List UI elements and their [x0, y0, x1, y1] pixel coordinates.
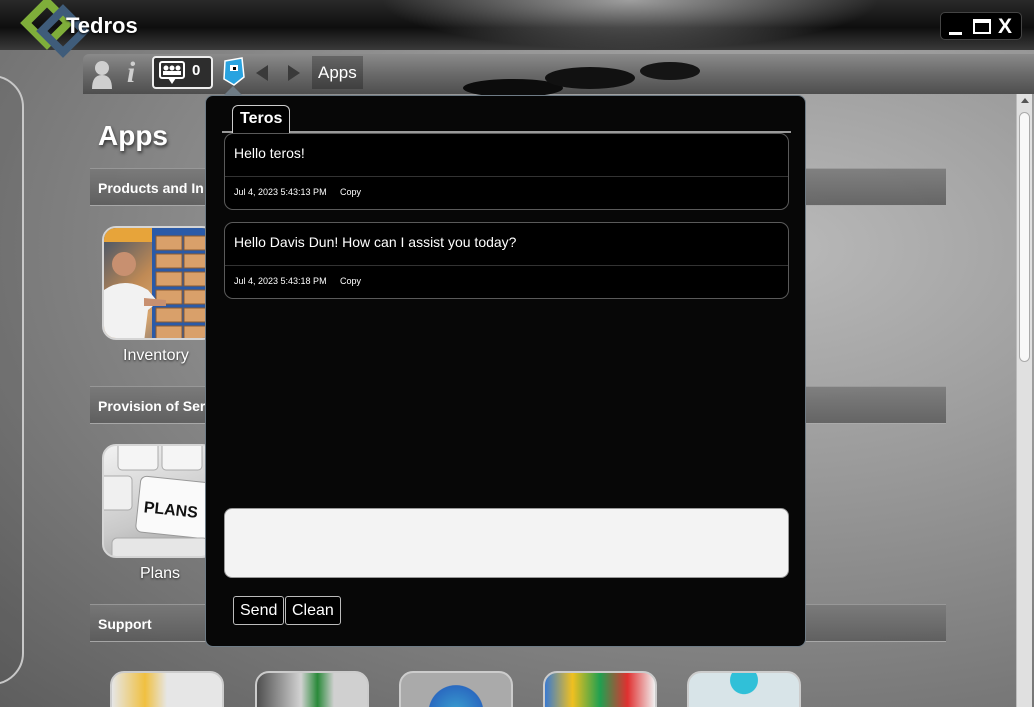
side-panel-edge: [0, 75, 24, 685]
chat-tab-row: Teros: [222, 105, 791, 133]
back-arrow-icon[interactable]: [256, 65, 268, 81]
section-label: Products and In: [98, 180, 204, 196]
copy-link[interactable]: Copy: [340, 187, 361, 197]
maximize-button[interactable]: [973, 13, 991, 41]
vertical-scrollbar[interactable]: [1016, 94, 1032, 707]
message-divider: [225, 176, 788, 177]
info-icon[interactable]: i: [121, 56, 141, 90]
chat-message-input[interactable]: [224, 508, 789, 578]
plans-label[interactable]: Plans: [140, 565, 180, 583]
section-label: Provision of Ser: [98, 398, 206, 414]
message-text: Hello teros!: [234, 145, 305, 161]
message-timestamp: Jul 4, 2023 5:43:18 PM: [234, 276, 327, 286]
people-chat-icon: [159, 61, 185, 84]
title-bar: [0, 0, 1034, 50]
minimize-button[interactable]: [949, 13, 963, 41]
support-app-tile-5[interactable]: [687, 671, 801, 707]
message-divider: [225, 265, 788, 266]
close-button[interactable]: X: [995, 13, 1015, 41]
forward-arrow-icon[interactable]: [288, 65, 300, 81]
page-title: Apps: [98, 120, 168, 151]
chat-counter-button[interactable]: 0: [152, 56, 213, 89]
scrollbar-thumb[interactable]: [1019, 112, 1030, 362]
user-icon[interactable]: [91, 59, 113, 89]
message-text: Hello Davis Dun! How can I assist you to…: [234, 234, 517, 250]
clean-button[interactable]: Clean: [285, 596, 341, 625]
plans-app-tile[interactable]: PLANS: [102, 444, 216, 558]
teros-chat-popup: Teros Hello teros! Jul 4, 2023 5:43:13 P…: [205, 95, 806, 647]
support-app-tile-1[interactable]: [110, 671, 224, 707]
warehouse-worker-image: [104, 228, 214, 338]
stones-decoration: [463, 62, 700, 96]
inventory-app-tile[interactable]: [102, 226, 216, 340]
message-timestamp: Jul 4, 2023 5:43:13 PM: [234, 187, 327, 197]
send-button[interactable]: Send: [233, 596, 285, 625]
support-app-tile-3[interactable]: [399, 671, 513, 707]
inventory-label[interactable]: Inventory: [123, 347, 189, 365]
tab-teros[interactable]: Teros: [232, 105, 291, 133]
copy-link[interactable]: Copy: [340, 276, 361, 286]
plans-keyboard-image: PLANS: [104, 446, 214, 556]
scroll-up-arrow-icon[interactable]: [1021, 98, 1029, 103]
breadcrumb[interactable]: Apps: [312, 56, 363, 89]
section-label: Support: [98, 616, 152, 632]
teros-assistant-icon[interactable]: [222, 57, 246, 87]
chat-count: 0: [192, 62, 201, 79]
chat-message: Hello Davis Dun! How can I assist you to…: [224, 222, 789, 299]
support-app-tile-4[interactable]: [543, 671, 657, 707]
window-controls: X: [940, 12, 1022, 40]
support-app-tile-2[interactable]: [255, 671, 369, 707]
chat-message: Hello teros! Jul 4, 2023 5:43:13 PM Copy: [224, 133, 789, 210]
app-title: Tedros: [66, 13, 138, 38]
popup-pointer: [224, 86, 242, 95]
